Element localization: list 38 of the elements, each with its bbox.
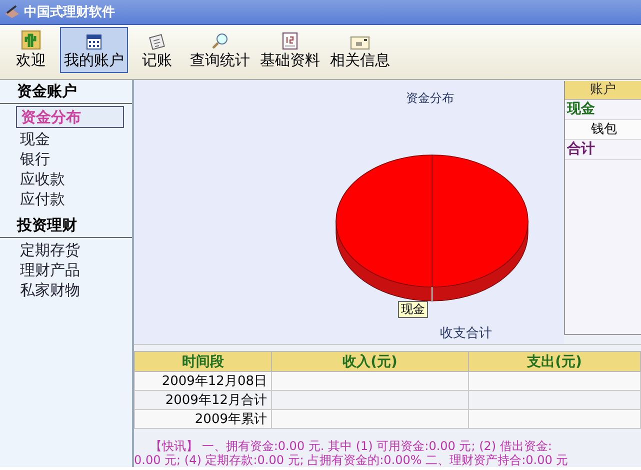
toolbar-button[interactable]: 记账 — [130, 27, 184, 73]
toolbar-button[interactable]: 我的账户 — [60, 27, 128, 73]
sidebar-heading: 投资理财 — [0, 216, 132, 238]
sidebar-item[interactable]: 现金 — [16, 129, 54, 149]
book-pen-icon — [4, 5, 20, 19]
cactus-picture-icon — [21, 30, 41, 50]
slice-label: 现金 — [398, 301, 428, 318]
news-line: 【快讯】 一、拥有资金:0.00 元. 其中 (1) 可用资金:0.00 元; (2) 借出资金: — [149, 439, 552, 453]
sidebar-item[interactable]: 应付款 — [16, 189, 69, 209]
column-header: 收入(元) — [272, 352, 468, 372]
sidebar-item[interactable]: 银行 — [16, 149, 54, 169]
news-line: 0.00 元; (4) 定期存款:0.00 元; 占拥有资金的:0.00% 二、理财资产持合:0.00 元 — [134, 453, 568, 467]
sidebar-item[interactable]: 理财产品 — [16, 260, 84, 280]
table-cell: 2009年12月08日 — [134, 372, 272, 390]
account-row[interactable]: 钱包 — [565, 120, 641, 140]
calendar-page-icon — [282, 32, 298, 50]
window-title: 中国式理财软件 — [24, 4, 115, 21]
total-row: 合计 — [565, 140, 641, 160]
sidebar-heading: 资金账户 — [0, 82, 132, 104]
toolbar-button[interactable]: 相关信息 — [326, 27, 394, 73]
chart-caption: 收支合计 — [440, 325, 492, 342]
sidebar-item[interactable]: 应收款 — [16, 169, 69, 189]
sidebar-item[interactable]: 私家财物 — [16, 280, 84, 300]
notepad-icon — [149, 34, 165, 50]
search-icon — [211, 32, 229, 50]
toolbar-button[interactable]: 基础资料 — [256, 27, 324, 73]
toolbar-button[interactable]: 查询统计 — [186, 27, 254, 73]
toolbar-button[interactable]: 欢迎 — [4, 27, 58, 73]
column-header: 支出(元) — [468, 352, 640, 372]
envelope-icon — [350, 36, 370, 50]
sidebar-item[interactable]: 定期存货 — [16, 240, 84, 260]
calendar-grid-icon — [86, 34, 102, 50]
sidebar-item[interactable]: 资金分布 — [16, 106, 124, 128]
column-header: 账户 — [565, 81, 641, 100]
chart-title: 资金分布 — [406, 90, 454, 107]
table-cell: 2009年累计 — [134, 410, 272, 428]
table-cell: 2009年12月合计 — [134, 390, 272, 410]
column-header: 时间段 — [134, 352, 272, 372]
